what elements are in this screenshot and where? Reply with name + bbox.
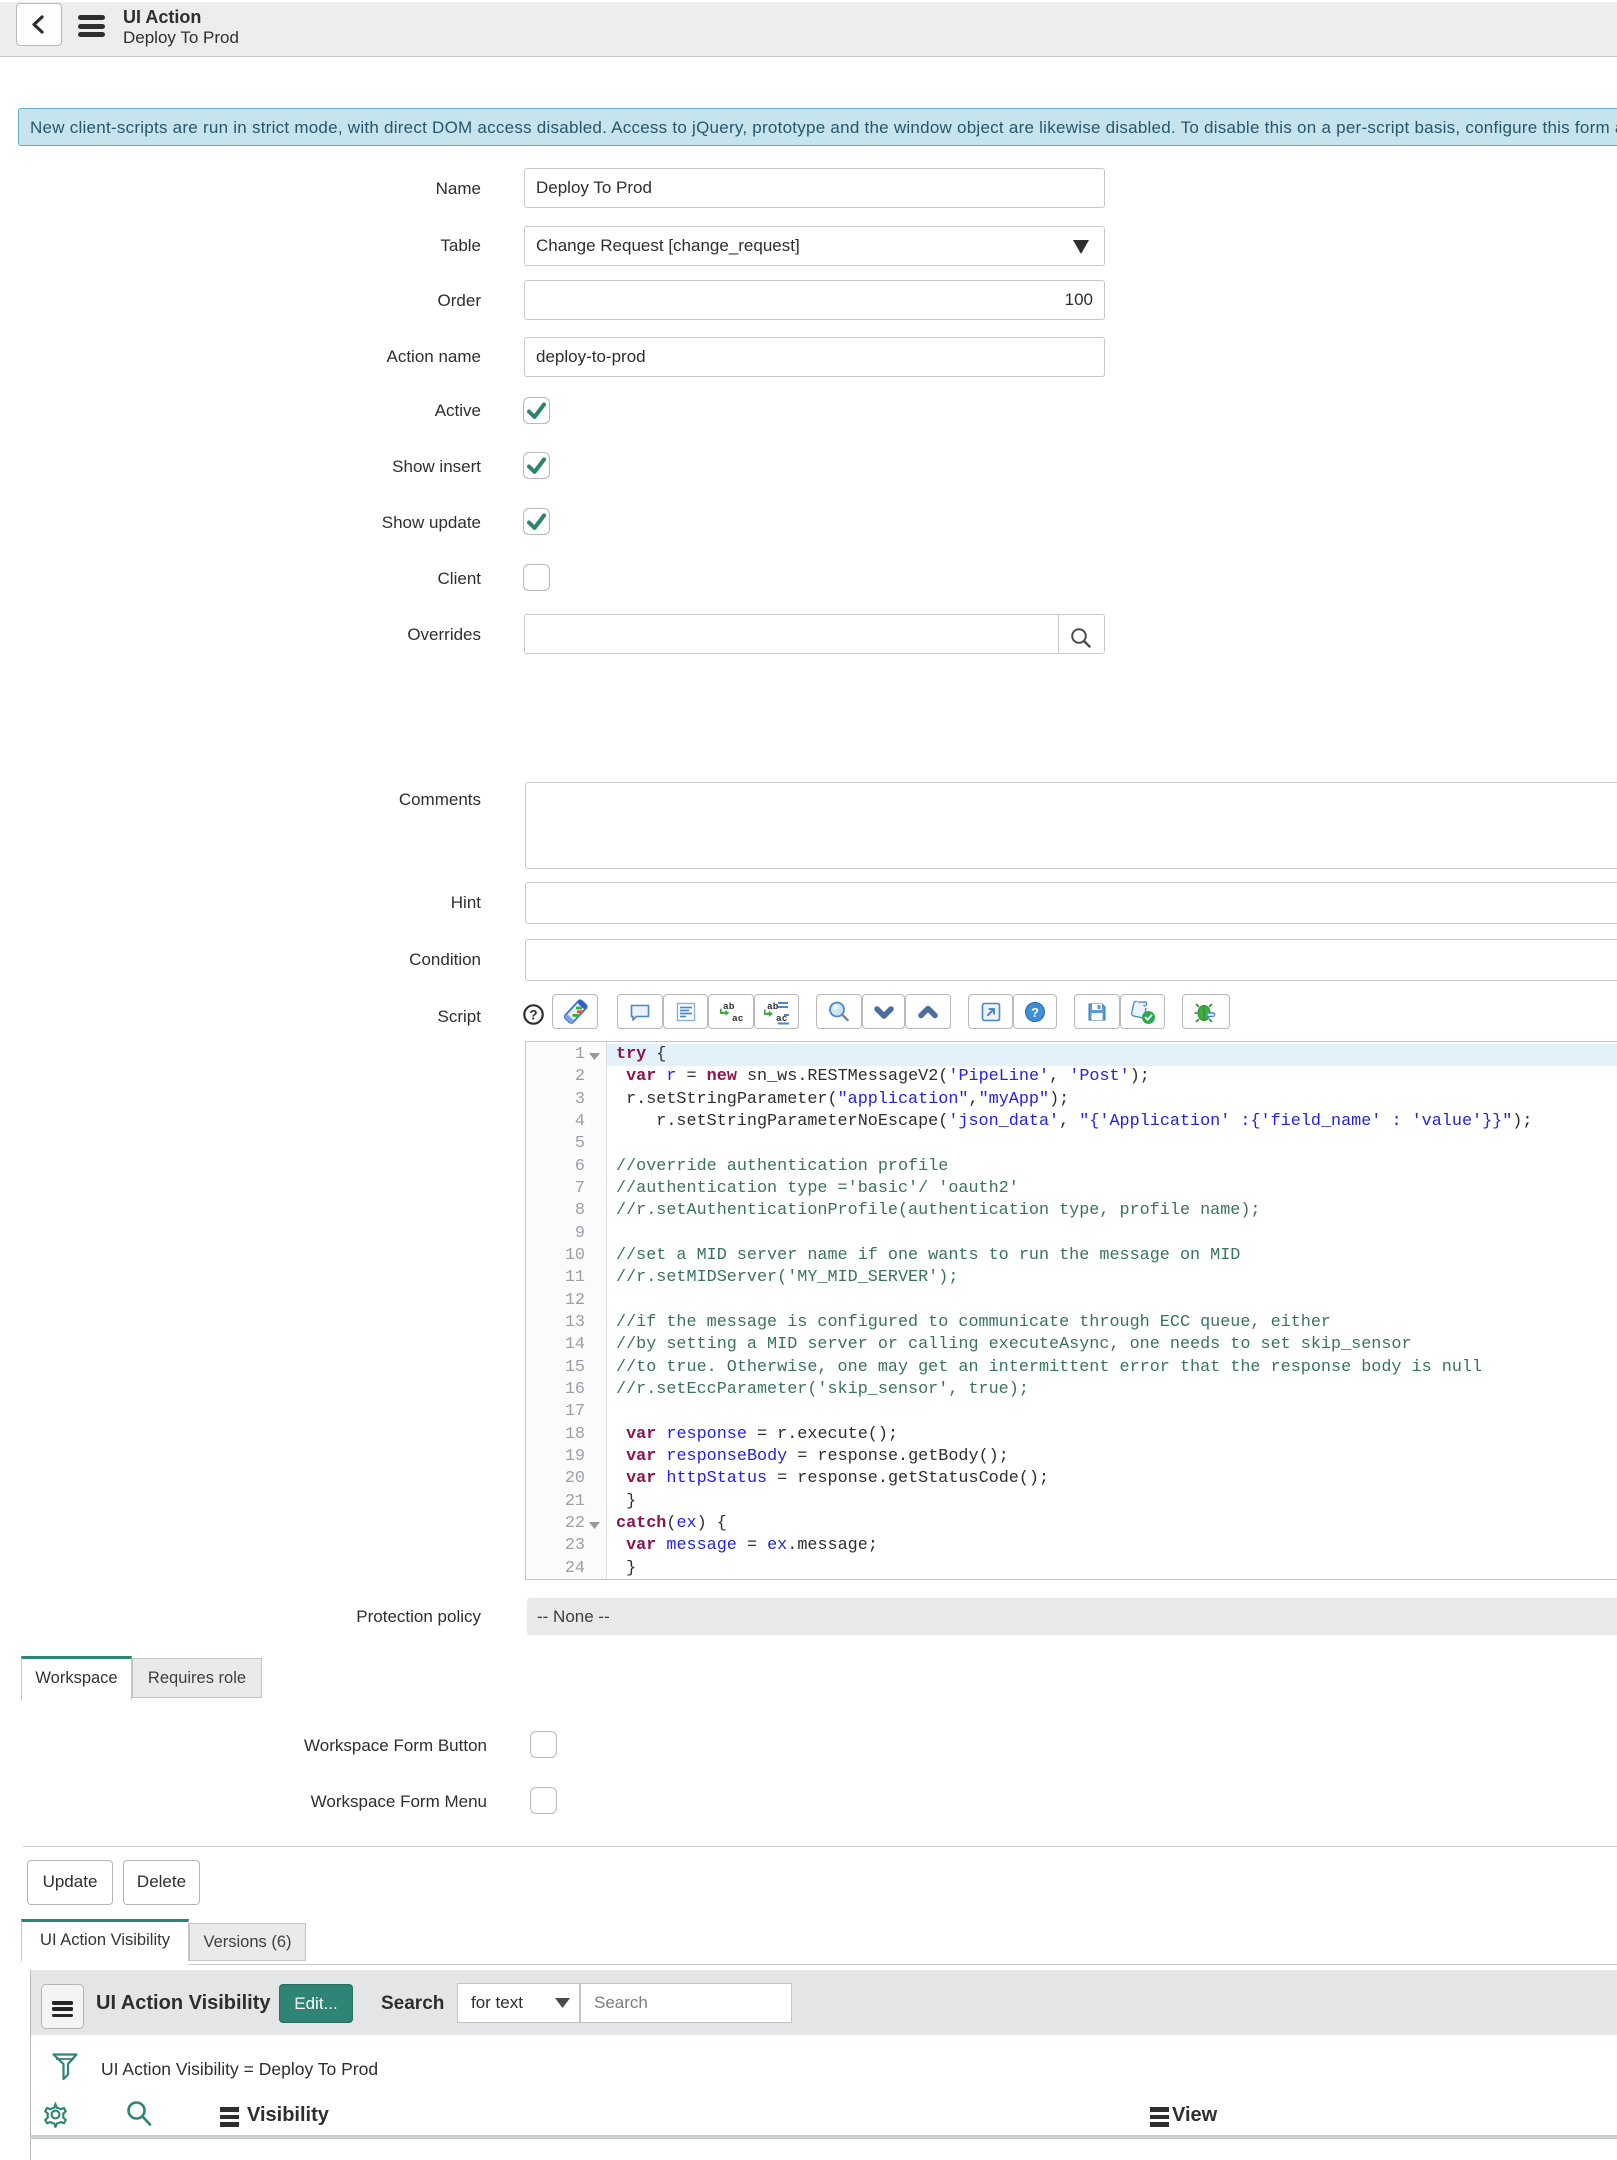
svg-text:?: ?: [1031, 1005, 1039, 1020]
svg-text:?: ?: [529, 1008, 537, 1023]
svg-text:ab: ab: [767, 1001, 779, 1012]
svg-text:ac: ac: [732, 1013, 744, 1024]
svg-text:ab: ab: [723, 1001, 735, 1012]
